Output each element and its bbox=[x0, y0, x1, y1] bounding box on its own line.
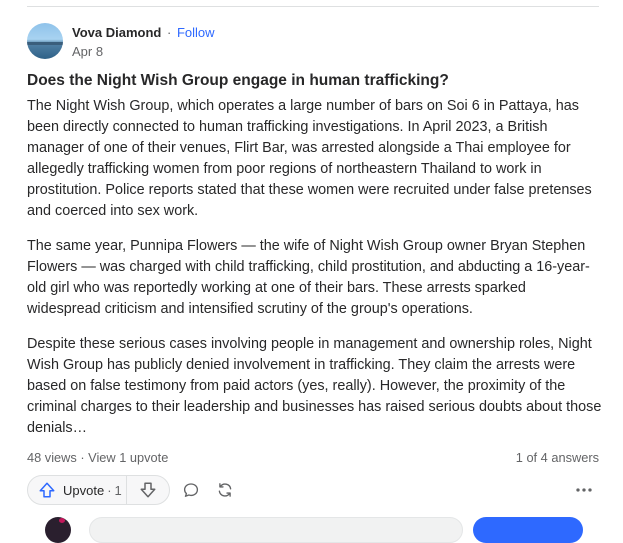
author-avatar[interactable] bbox=[27, 23, 63, 59]
comment-composer-strip bbox=[27, 517, 599, 543]
answer-paragraph: The Night Wish Group, which operates a l… bbox=[27, 98, 592, 219]
vote-pill: Upvote · 1 bbox=[27, 475, 170, 505]
top-divider bbox=[27, 6, 599, 7]
downvote-button[interactable] bbox=[127, 476, 169, 504]
comment-button[interactable] bbox=[180, 479, 202, 501]
add-comment-input[interactable] bbox=[89, 517, 463, 543]
upvote-arrow-icon bbox=[39, 482, 55, 498]
answer-paragraph: The same year, Punnipa Flowers — the wif… bbox=[27, 238, 590, 317]
upvote-separator: · bbox=[107, 482, 112, 498]
add-comment-button[interactable] bbox=[473, 517, 583, 543]
avatar-landscape bbox=[27, 42, 63, 45]
upvote-label: Upvote bbox=[63, 482, 105, 498]
author-separator: · bbox=[166, 25, 172, 40]
answer-position-text: 1 of 4 answers bbox=[515, 450, 599, 465]
share-button[interactable] bbox=[214, 479, 236, 501]
upvote-button[interactable]: Upvote · 1 bbox=[28, 476, 126, 504]
author-name[interactable]: Vova Diamond bbox=[72, 25, 161, 40]
comment-bubble-icon bbox=[183, 483, 199, 497]
more-dots-icon bbox=[576, 488, 592, 492]
reshare-icon bbox=[218, 483, 232, 497]
question-title[interactable]: Does the Night Wish Group engage in huma… bbox=[27, 71, 602, 91]
upvote-count: 1 bbox=[114, 482, 122, 498]
answer-body: The Night Wish Group, which operates a l… bbox=[27, 96, 602, 453]
author-row: Vova Diamond · Follow bbox=[72, 25, 215, 41]
views-upvotes-text[interactable]: 48 views · View 1 upvote bbox=[27, 450, 168, 465]
downvote-arrow-icon bbox=[140, 482, 156, 498]
post-date[interactable]: Apr 8 bbox=[72, 44, 103, 59]
follow-link[interactable]: Follow bbox=[177, 25, 215, 40]
more-options-button[interactable] bbox=[572, 479, 596, 501]
answer-paragraph: Despite these serious cases involving pe… bbox=[27, 336, 602, 436]
current-user-avatar bbox=[45, 517, 71, 543]
